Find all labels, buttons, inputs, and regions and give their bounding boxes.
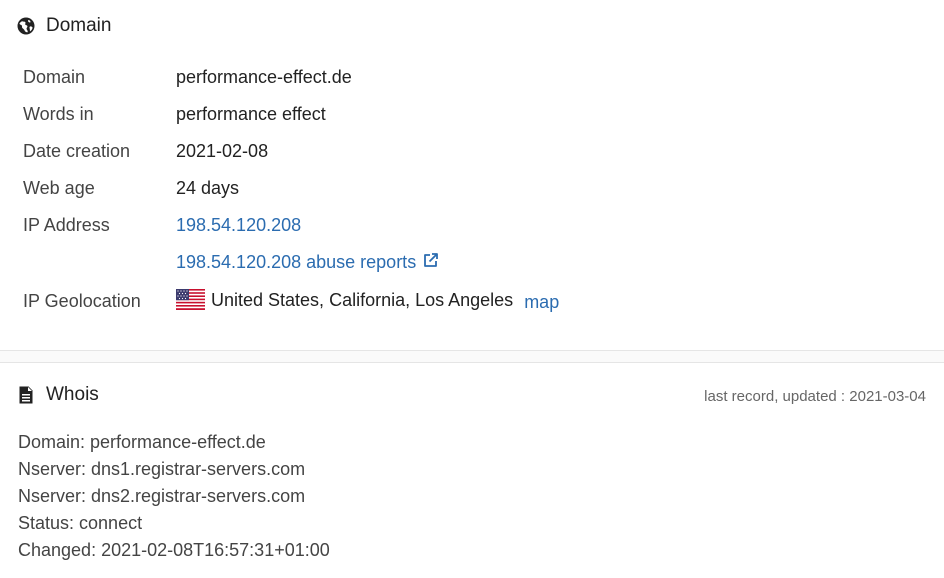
ip-address-label: IP Address [23, 215, 110, 235]
abuse-reports-link-text: 198.54.120.208 abuse reports [176, 252, 417, 272]
whois-record: Domain: performance-effect.de Nserver: d… [18, 429, 330, 564]
document-icon [17, 386, 35, 404]
web-age-value: 24 days [176, 178, 240, 198]
date-creation-label: Date creation [23, 141, 131, 161]
ip-address-row: IP Address 198.54.120.208 [23, 207, 559, 244]
whois-line: Nserver: dns2.registrar-servers.com [18, 486, 306, 506]
words-in-value: performance effect [176, 104, 326, 124]
domain-row: Domain performance-effect.de [23, 59, 559, 96]
whois-line: Status: connect [18, 513, 143, 533]
abuse-reports-cell: 198.54.120.208 abuse reports [176, 244, 559, 281]
page: Domain Domain performance-effect.de Word… [0, 0, 944, 578]
web-age-label: Web age [23, 178, 95, 198]
domain-info-table: Domain performance-effect.de Words in pe… [23, 59, 559, 321]
domain-section-title: Domain [46, 15, 112, 36]
external-link-icon [422, 252, 439, 269]
ip-geolocation-value: United States, California, Los Angeles [211, 290, 514, 310]
map-link[interactable]: map [524, 292, 559, 312]
ip-geolocation-cell: United States, California, Los Angeles ma… [176, 281, 559, 321]
domain-label: Domain [23, 67, 86, 87]
whois-line: Nserver: dns1.registrar-servers.com [18, 459, 306, 479]
us-flag-icon [176, 289, 205, 310]
domain-value: performance-effect.de [176, 67, 352, 87]
domain-section-header: Domain [17, 15, 111, 37]
whois-section-title: Whois [46, 384, 99, 405]
words-in-row: Words in performance effect [23, 96, 559, 133]
ip-address-cell: 198.54.120.208 [176, 207, 559, 244]
whois-line: Changed: 2021-02-08T16:57:31+01:00 [18, 540, 330, 560]
whois-section-header: Whois [17, 384, 99, 406]
abuse-reports-row: 198.54.120.208 abuse reports [23, 244, 559, 281]
ip-address-link[interactable]: 198.54.120.208 [176, 215, 301, 235]
ip-geolocation-row: IP Geolocation United States, California… [23, 281, 559, 321]
web-age-row: Web age 24 days [23, 170, 559, 207]
last-record-updated: last record, updated : 2021-03-04 [704, 388, 926, 405]
ip-geolocation-label: IP Geolocation [23, 290, 141, 311]
abuse-reports-label [23, 244, 176, 281]
globe-icon [17, 17, 35, 35]
words-in-label: Words in [23, 104, 94, 124]
section-divider [0, 350, 944, 363]
date-creation-row: Date creation 2021-02-08 [23, 133, 559, 170]
abuse-reports-link[interactable]: 198.54.120.208 abuse reports [176, 252, 439, 272]
whois-line: Domain: performance-effect.de [18, 432, 266, 452]
date-creation-value: 2021-02-08 [176, 141, 269, 161]
